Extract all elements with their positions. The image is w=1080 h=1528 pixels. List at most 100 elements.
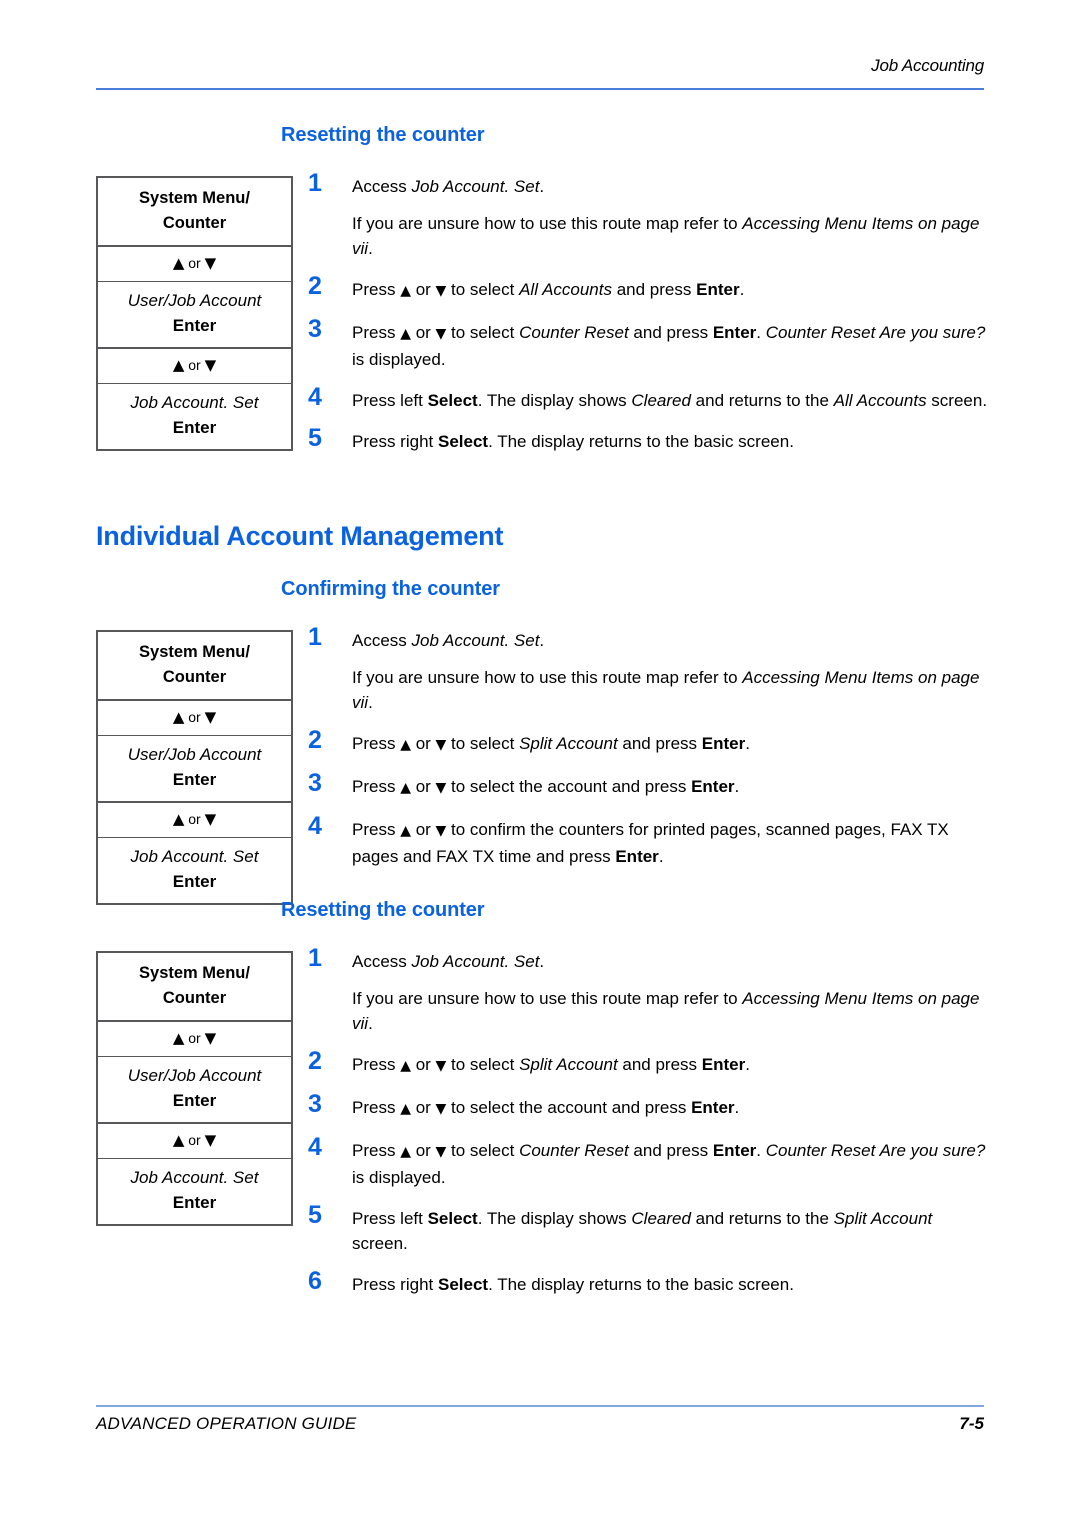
plain-text: Press [352, 280, 401, 299]
up-arrow-icon: ▲ [400, 823, 411, 839]
up-arrow-icon: ▲ [400, 1101, 411, 1117]
step-list-2: 1 Access Job Account. Set. If you are unsu… [308, 624, 988, 885]
step-paragraph: Access Job Account. Set. [352, 628, 988, 653]
down-arrow-icon: ▼ [204, 1029, 217, 1047]
plain-text: or [410, 1055, 436, 1074]
down-arrow-icon: ▼ [204, 254, 217, 272]
plain-text: Press [352, 1055, 401, 1074]
step-paragraph: If you are unsure how to use this route … [352, 986, 988, 1036]
plain-text: Press left [352, 1209, 428, 1228]
route-map-key-row: System Menu/ Counter [98, 632, 291, 699]
step-paragraph: Press right Select. The display returns … [352, 429, 988, 454]
route-map-menu1-key: Enter [172, 1091, 217, 1110]
step-text: Access Job Account. Set. If you are unsur… [352, 949, 988, 1036]
route-map-menu-row-2: Job Account. Set Enter [98, 383, 291, 449]
plain-text: and returns to the [690, 391, 834, 410]
step-paragraph: Press ▲ or ▼ to select the account and p… [352, 774, 988, 801]
route-map-key-line2: Counter [162, 668, 227, 686]
step-paragraph: Press ▲ or ▼ to select Counter Reset and… [352, 320, 988, 372]
route-map-menu2-key: Enter [172, 1193, 217, 1212]
plain-text: or [410, 323, 436, 342]
plain-text: or [410, 1141, 436, 1160]
step-item: 3 Press ▲ or ▼ to select the account and … [308, 1091, 988, 1122]
plain-text: to select [446, 280, 520, 299]
plain-text: . The display shows [477, 1209, 632, 1228]
plain-text: If you are unsure how to use this route … [352, 668, 743, 687]
plain-text: and press [612, 280, 697, 299]
emphasis-text: All Accounts [519, 280, 612, 299]
step-number: 2 [308, 726, 322, 754]
down-arrow-icon: ▼ [435, 737, 447, 753]
up-arrow-icon: ▲ [400, 780, 411, 796]
plain-text: screen. [352, 1234, 408, 1253]
plain-text: . [745, 734, 750, 753]
down-arrow-icon: ▼ [435, 1058, 447, 1074]
step-number: 3 [308, 315, 322, 343]
step-text: Press ▲ or ▼ to select the account and p… [352, 1095, 988, 1122]
plain-text: and returns to the [690, 1209, 834, 1228]
route-map-key-line1: System Menu/ [139, 189, 250, 207]
step-paragraph: Press ▲ or ▼ to select Split Account and… [352, 1052, 988, 1079]
plain-text: . [739, 280, 745, 299]
plain-text: . [368, 1014, 373, 1033]
plain-text: . [539, 177, 545, 196]
route-map-menu1-item: User/Job Account [127, 291, 262, 310]
emphasis-text: Cleared [631, 1209, 691, 1228]
step-number: 2 [308, 272, 322, 300]
strong-text: Enter [712, 1141, 757, 1160]
down-arrow-icon: ▼ [435, 1101, 447, 1117]
step-number: 5 [308, 1201, 322, 1229]
plain-text: Press [352, 1098, 401, 1117]
step-number: 3 [308, 1090, 322, 1118]
plain-text: Press [352, 323, 401, 342]
route-map-arrow-row-2: ▲ or ▼ [98, 801, 291, 837]
step-number: 1 [308, 169, 322, 197]
up-arrow-icon: ▲ [172, 810, 185, 828]
step-text: Press ▲ or ▼ to select Counter Reset and… [352, 320, 988, 372]
plain-text: Access [352, 952, 412, 971]
step-item: 5 Press right Select. The display returns… [308, 425, 988, 454]
emphasis-text: Split Account [519, 1055, 618, 1074]
step-text: Press ▲ or ▼ to confirm the counters for… [352, 817, 988, 869]
step-paragraph: Press ▲ or ▼ to confirm the counters for… [352, 817, 988, 869]
up-arrow-icon: ▲ [400, 326, 411, 342]
plain-text: . [734, 777, 740, 796]
route-map-arrow-row-1: ▲ or ▼ [98, 699, 291, 735]
running-header: Job Accounting [96, 56, 984, 76]
up-arrow-icon: ▲ [172, 1131, 185, 1149]
step-item: 1 Access Job Account. Set. If you are unsu… [308, 945, 988, 1036]
route-map-key-line2: Counter [162, 214, 227, 232]
step-number: 6 [308, 1267, 322, 1295]
or-label: or [188, 811, 201, 827]
route-map-menu1-item: User/Job Account [127, 745, 262, 764]
emphasis-text: Job Account. Set [411, 952, 540, 971]
up-arrow-icon: ▲ [400, 1058, 411, 1074]
step-item: 2 Press ▲ or ▼ to select Split Account an… [308, 1048, 988, 1079]
route-map-menu2-item: Job Account. Set [130, 393, 259, 412]
step-paragraph: Access Job Account. Set. [352, 949, 988, 974]
down-arrow-icon: ▼ [204, 810, 217, 828]
strong-text: Select [427, 1209, 478, 1228]
up-arrow-icon: ▲ [400, 283, 411, 299]
plain-text: . [368, 239, 373, 258]
emphasis-text: Cleared [631, 391, 691, 410]
plain-text: to select [446, 734, 520, 753]
step-list-3: 1 Access Job Account. Set. If you are unsu… [308, 945, 988, 1313]
strong-text: Enter [701, 734, 746, 753]
emphasis-text: Job Account. Set [411, 631, 540, 650]
strong-text: Enter [701, 1055, 746, 1074]
strong-text: Select [437, 432, 489, 451]
step-paragraph: Press ▲ or ▼ to select Counter Reset and… [352, 1138, 988, 1190]
step-item: 1 Access Job Account. Set. If you are unsu… [308, 170, 988, 261]
plain-text: . [368, 693, 373, 712]
heading-resetting-the-counter-1: Resetting the counter [281, 124, 485, 146]
route-map-menu-row-1: User/Job Account Enter [98, 281, 291, 347]
step-number: 4 [308, 812, 322, 840]
emphasis-text: Counter Reset [519, 1141, 629, 1160]
document-page: Job Accounting Resetting the counter Sys… [0, 0, 1080, 1528]
up-arrow-icon: ▲ [400, 737, 411, 753]
plain-text: . [734, 1098, 740, 1117]
down-arrow-icon: ▼ [435, 823, 447, 839]
step-text: Press ▲ or ▼ to select Split Account and… [352, 731, 988, 758]
up-arrow-icon: ▲ [400, 1144, 411, 1160]
